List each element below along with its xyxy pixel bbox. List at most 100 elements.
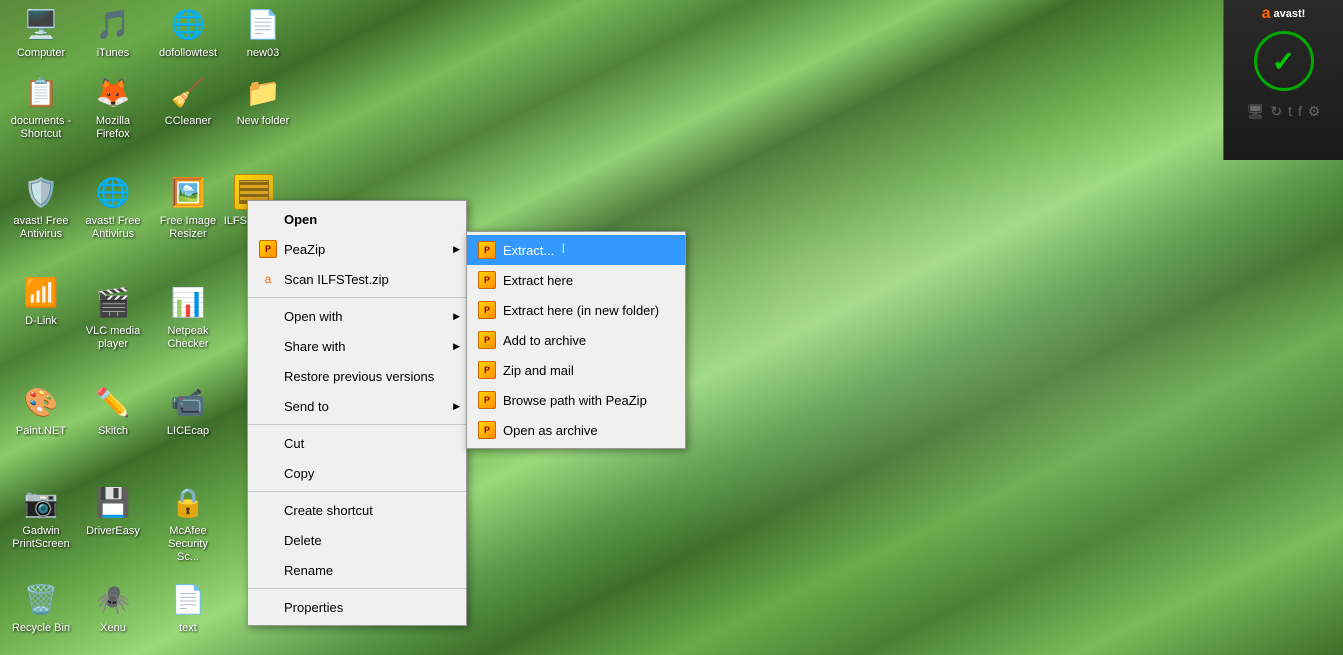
- desktop-icon-image-resizer[interactable]: 🖼️ Free Image Resizer: [152, 168, 224, 245]
- twitter-icon[interactable]: t: [1288, 103, 1292, 120]
- ccleaner-label: CCleaner: [165, 115, 211, 128]
- context-menu-create-shortcut[interactable]: Create shortcut: [248, 495, 466, 525]
- cut-icon: [258, 433, 278, 453]
- new-folder-icon: 📁: [243, 72, 283, 112]
- share-with-icon: [258, 336, 278, 356]
- desktop-icon-new03[interactable]: 📄 new03: [227, 0, 299, 64]
- submenu-extract-here[interactable]: P Extract here: [467, 265, 685, 295]
- desktop-icon-dlink[interactable]: 📶 D-Link: [5, 268, 77, 332]
- recycle-bin-icon: 🗑️: [21, 579, 61, 619]
- open-archive-icon: P: [477, 420, 497, 440]
- computer-label: Computer: [17, 47, 65, 60]
- desktop-icon-itunes[interactable]: 🎵 iTunes: [77, 0, 149, 64]
- paintnet-icon: 🎨: [21, 382, 61, 422]
- settings-icon[interactable]: ⚙: [1308, 103, 1321, 120]
- context-menu-open[interactable]: Open: [248, 204, 466, 234]
- share-with-label: Share with: [284, 339, 446, 354]
- facebook-icon[interactable]: f: [1298, 103, 1302, 120]
- dofollowtest-label: dofollowtest: [159, 47, 217, 60]
- avast-title: avast!: [1274, 8, 1306, 20]
- desktop-icon-recycle-bin[interactable]: 🗑️ Recycle Bin: [5, 575, 77, 639]
- submenu-extract-new-folder[interactable]: P Extract here (in new folder): [467, 295, 685, 325]
- checkmark-icon: ✓: [1272, 45, 1295, 78]
- new-folder-label: New folder: [237, 115, 290, 128]
- desktop-icon-documents[interactable]: 📋 documents - Shortcut: [5, 68, 77, 145]
- context-menu-send-to[interactable]: Send to: [248, 391, 466, 421]
- computer-icon: 🖥️: [21, 4, 61, 44]
- desktop-icon-gadwin[interactable]: 📷 Gadwin PrintScreen: [5, 478, 77, 555]
- vlc-icon: 🎬: [93, 282, 133, 322]
- desktop-icon-text[interactable]: 📄 text: [152, 575, 224, 639]
- context-menu-rename[interactable]: Rename: [248, 555, 466, 585]
- desktop-icon-ccleaner[interactable]: 🧹 CCleaner: [152, 68, 224, 132]
- documents-icon: 📋: [21, 72, 61, 112]
- desktop-icon-new-folder[interactable]: 📁 New folder: [227, 68, 299, 132]
- desktop-icon-xenu[interactable]: 🕷️ Xenu: [77, 575, 149, 639]
- submenu-extract[interactable]: P Extract... |: [467, 235, 685, 265]
- context-menu: Open P PeaZip P Extract... | P: [247, 200, 467, 626]
- drivereasy-label: DriverEasy: [86, 525, 140, 538]
- dofollowtest-icon: 🌐: [168, 4, 208, 44]
- itunes-icon: 🎵: [93, 4, 133, 44]
- extract-new-folder-icon: P: [477, 300, 497, 320]
- paintnet-label: Paint.NET: [16, 425, 66, 438]
- desktop-icon-licecap[interactable]: 📹 LICEcap: [152, 378, 224, 442]
- context-menu-peazip[interactable]: P PeaZip P Extract... | P Extract here: [248, 234, 466, 264]
- submenu-add-to-archive[interactable]: P Add to archive: [467, 325, 685, 355]
- delete-icon: [258, 530, 278, 550]
- vlc-label: VLC media player: [81, 325, 145, 351]
- peazip-label: PeaZip: [284, 242, 446, 257]
- desktop-icon-mcafee[interactable]: 🔒 McAfee Security Sc...: [152, 478, 224, 569]
- open-with-label: Open with: [284, 309, 446, 324]
- text-file-icon: 📄: [168, 579, 208, 619]
- context-menu-properties[interactable]: Properties: [248, 592, 466, 622]
- licecap-label: LICEcap: [167, 425, 209, 438]
- context-menu-scan[interactable]: a Scan ILFSTest.zip: [248, 264, 466, 294]
- avast-brand: a avast!: [1262, 5, 1306, 23]
- extract-icon: P: [477, 240, 497, 260]
- new03-label: new03: [247, 47, 279, 60]
- image-resizer-icon: 🖼️: [168, 172, 208, 212]
- open-archive-label: Open as archive: [503, 423, 665, 438]
- desktop-icon-drivereasy[interactable]: 💾 DriverEasy: [77, 478, 149, 542]
- extract-here-label: Extract here: [503, 273, 665, 288]
- avast-label: avast! Free Antivirus: [9, 215, 73, 241]
- desktop-icon-paintnet[interactable]: 🎨 Paint.NET: [5, 378, 77, 442]
- desktop-icon-firefox[interactable]: 🦊 Mozilla Firefox: [77, 68, 149, 145]
- refresh-icon[interactable]: ↻: [1270, 103, 1282, 120]
- skitch-icon: ✏️: [93, 382, 133, 422]
- desktop-icon-computer[interactable]: 🖥️ Computer: [5, 0, 77, 64]
- itunes-label: iTunes: [97, 47, 130, 60]
- dlink-label: D-Link: [25, 315, 57, 328]
- restore-label: Restore previous versions: [284, 369, 446, 384]
- submenu-zip-mail[interactable]: P Zip and mail: [467, 355, 685, 385]
- create-shortcut-label: Create shortcut: [284, 503, 446, 518]
- context-menu-delete[interactable]: Delete: [248, 525, 466, 555]
- firefox-icon: 🦊: [93, 72, 133, 112]
- submenu-browse-path[interactable]: P Browse path with PeaZip: [467, 385, 685, 415]
- dlink-icon: 📶: [21, 272, 61, 312]
- separator-4: [248, 588, 466, 589]
- add-to-archive-label: Add to archive: [503, 333, 665, 348]
- context-menu-restore[interactable]: Restore previous versions: [248, 361, 466, 391]
- context-menu-copy[interactable]: Copy: [248, 458, 466, 488]
- submenu-open-archive[interactable]: P Open as archive: [467, 415, 685, 445]
- mcafee-label: McAfee Security Sc...: [156, 525, 220, 565]
- desktop-icon-skitch[interactable]: ✏️ Skitch: [77, 378, 149, 442]
- mcafee-icon: 🔒: [168, 482, 208, 522]
- desktop-icon-avast[interactable]: 🛡️ avast! Free Antivirus: [5, 168, 77, 245]
- recycle-bin-label: Recycle Bin: [12, 622, 70, 635]
- desktop-icon-vlc[interactable]: 🎬 VLC media player: [77, 278, 149, 355]
- desktop-icon-dofollowtest[interactable]: 🌐 dofollowtest: [152, 0, 224, 64]
- context-menu-cut[interactable]: Cut: [248, 428, 466, 458]
- new03-icon: 📄: [243, 4, 283, 44]
- rename-icon: [258, 560, 278, 580]
- context-menu-open-with[interactable]: Open with: [248, 301, 466, 331]
- desktop-icon-netpeak[interactable]: 📊 Netpeak Checker: [152, 278, 224, 355]
- context-menu-share-with[interactable]: Share with: [248, 331, 466, 361]
- monitor-icon[interactable]: 🖥: [1247, 103, 1265, 120]
- copy-icon: [258, 463, 278, 483]
- netpeak-icon: 📊: [168, 282, 208, 322]
- desktop-icon-chrome[interactable]: 🌐 avast! Free Antivirus: [77, 168, 149, 245]
- delete-label: Delete: [284, 533, 446, 548]
